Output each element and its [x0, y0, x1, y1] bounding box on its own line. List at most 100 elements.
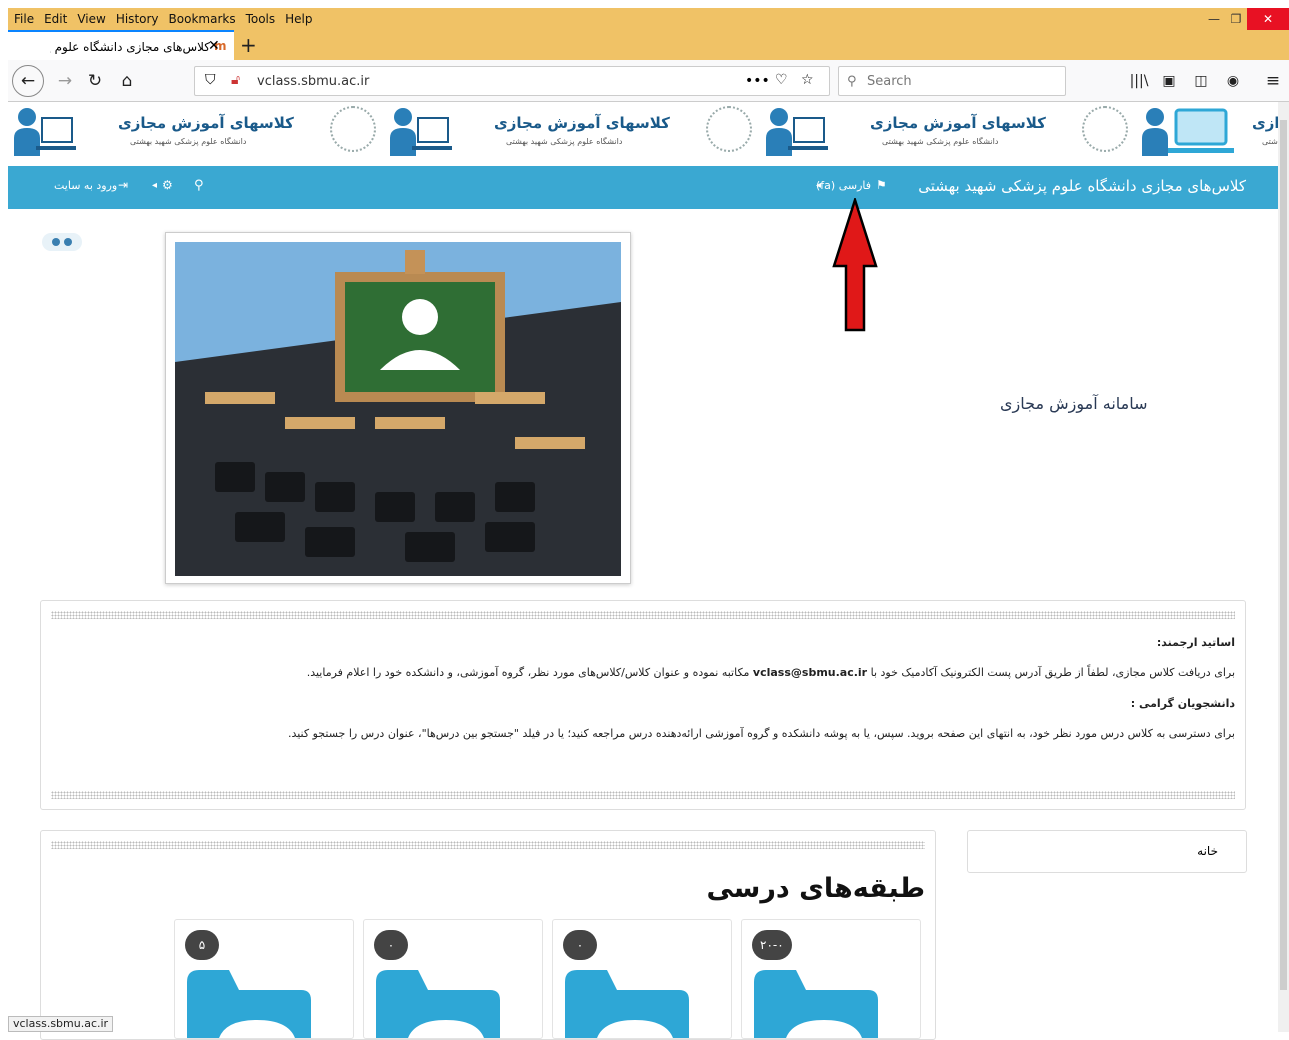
folder-icon	[754, 970, 878, 1038]
menu-edit[interactable]: Edit	[44, 12, 67, 26]
menu-view[interactable]: View	[77, 12, 105, 26]
back-arrow-icon[interactable]: ←	[12, 65, 44, 97]
menu-bar: File Edit View History Bookmarks Tools H…	[8, 8, 1289, 30]
shield-icon[interactable]: ⛉	[205, 72, 216, 88]
folder-icon	[187, 970, 311, 1038]
tab-bar: m کلاس‌های مجازی دانشگاه علوم پزشکی ✕ +	[8, 30, 1289, 60]
course-count-badge: ۰	[563, 930, 597, 960]
category-card[interactable]: ۲۰-۰	[741, 919, 921, 1039]
course-count-badge: ۰	[374, 930, 408, 960]
new-tab-icon[interactable]: +	[240, 33, 257, 57]
reader-view-icon[interactable]: ▣	[1156, 68, 1182, 94]
url-text[interactable]: vclass.sbmu.ac.ir	[257, 74, 369, 89]
divider	[51, 841, 925, 849]
banner-title: کلاسهای آموزش مجازی	[870, 114, 1046, 132]
slideshow-image-frame	[165, 232, 631, 584]
university-seal-icon	[1082, 106, 1128, 152]
maximize-button[interactable]: ❐	[1225, 8, 1247, 30]
bookmark-star-icon[interactable]: ☆	[801, 72, 814, 88]
category-card[interactable]: ۰	[552, 919, 732, 1039]
status-bar-link: vclass.sbmu.ac.ir	[8, 1016, 114, 1032]
banner-title-partial: ازی	[1252, 114, 1278, 132]
folder-icon	[565, 970, 689, 1038]
flag-icon: ⚑	[876, 178, 887, 192]
notice-text-part: برای دریافت کلاس مجازی، لطفاً از طریق آد…	[870, 666, 1235, 679]
university-seal-icon	[330, 106, 376, 152]
course-categories-block: طبقه‌های درسی ۲۰-۰ ۰ ۰ ۵	[40, 830, 936, 1040]
notice-text-part: مکاتبه نموده و عنوان کلاس/کلاس‌های مورد …	[306, 666, 750, 679]
browser-tab[interactable]: m کلاس‌های مجازی دانشگاه علوم پزشکی ✕	[8, 30, 234, 60]
search-placeholder: Search	[867, 74, 912, 89]
sidebar-icon[interactable]: ◫	[1188, 68, 1214, 94]
site-navbar: کلاس‌های مجازی دانشگاه علوم پزشکی شهید ب…	[8, 166, 1278, 209]
scrollbar-thumb[interactable]	[1280, 120, 1287, 990]
teacher-computer-icon	[766, 108, 828, 156]
language-menu[interactable]: فارسی ‎(fa)	[816, 179, 871, 192]
banner-unit: ازی شتی	[1136, 102, 1278, 158]
slideshow-caption: سامانه آموزش مجازی	[1000, 394, 1148, 413]
home-icon[interactable]: ⌂	[114, 68, 140, 94]
banner-subtitle: دانشگاه علوم پزشکی شهید بهشتی	[130, 137, 247, 146]
pocket-icon[interactable]: ♡	[775, 72, 788, 88]
hamburger-menu-icon[interactable]: ≡	[1260, 68, 1286, 94]
menu-bookmarks[interactable]: Bookmarks	[169, 12, 236, 26]
notice-heading-students: دانشجویان گرامی :	[1130, 697, 1235, 710]
teacher-computer-icon	[390, 108, 452, 156]
banner-subtitle: دانشگاه علوم پزشکی شهید بهشتی	[506, 137, 623, 146]
search-input[interactable]: ⚲ Search	[838, 66, 1066, 96]
categories-title: طبقه‌های درسی	[706, 873, 925, 904]
page-scrollbar[interactable]	[1278, 102, 1289, 1032]
navigation-toolbar: ← → ↻ ⌂ ⛉ 🔓︎ vclass.sbmu.ac.ir ••• ♡ ☆ ⚲…	[8, 60, 1289, 102]
divider	[51, 611, 1235, 619]
menu-help[interactable]: Help	[285, 12, 312, 26]
window-controls: — ❐ ✕	[1203, 8, 1289, 30]
forward-arrow-icon[interactable]: →	[52, 68, 78, 94]
category-card[interactable]: ۰	[363, 919, 543, 1039]
navigation-block: خانه	[967, 830, 1247, 873]
minimize-button[interactable]: —	[1203, 8, 1225, 30]
search-toggle-icon[interactable]: ⚲	[194, 178, 204, 193]
notice-heading-teachers: اساتید ارجمند:	[1156, 636, 1235, 649]
login-link[interactable]: ورود به سایت	[54, 179, 117, 192]
notice-teachers-text: برای دریافت کلاس مجازی، لطفاً از طریق آد…	[307, 666, 1235, 679]
contact-email-link[interactable]: vclass@sbmu.ac.ir	[753, 666, 867, 679]
menu-tools[interactable]: Tools	[246, 12, 276, 26]
banner-subtitle-partial: شتی	[1262, 137, 1278, 146]
tab-title: کلاس‌های مجازی دانشگاه علوم پزشکی	[50, 40, 210, 54]
caret-left-icon: ◂	[152, 180, 158, 191]
library-icon[interactable]: |||\	[1126, 68, 1152, 94]
banner-subtitle: دانشگاه علوم پزشکی شهید بهشتی	[882, 137, 999, 146]
caret-left-icon: ◂	[816, 180, 822, 191]
divider	[51, 791, 1235, 799]
menu-history[interactable]: History	[116, 12, 159, 26]
folder-icon	[376, 970, 500, 1038]
close-tab-icon[interactable]: ✕	[208, 38, 220, 54]
site-banner: کلاسهای آموزش مجازی دانشگاه علوم پزشکی ش…	[8, 102, 1278, 158]
notice-students-text: برای دسترسی به کلاس درس مورد نظر خود، به…	[287, 727, 1235, 740]
course-count-badge: ۲۰-۰	[752, 930, 792, 960]
site-name-link[interactable]: کلاس‌های مجازی دانشگاه علوم پزشکی شهید ب…	[918, 177, 1246, 195]
teacher-computer-icon	[1142, 108, 1234, 156]
menu-file[interactable]: File	[14, 12, 34, 26]
course-count-badge: ۵	[185, 930, 219, 960]
settings-gear-icon[interactable]: ⚙	[162, 178, 173, 192]
banner-title: کلاسهای آموزش مجازی	[494, 114, 670, 132]
insecure-lock-icon[interactable]: 🔓︎	[231, 72, 240, 88]
search-icon: ⚲	[847, 74, 857, 89]
close-window-button[interactable]: ✕	[1247, 8, 1289, 30]
sign-in-icon: ⇥	[118, 178, 129, 192]
slideshow-pager[interactable]	[42, 233, 82, 251]
banner-title: کلاسهای آموزش مجازی	[118, 114, 294, 132]
banner-unit: کلاسهای آموزش مجازی دانشگاه علوم پزشکی ش…	[760, 102, 1136, 158]
account-icon[interactable]: ◉	[1220, 68, 1246, 94]
home-link[interactable]: خانه	[1197, 844, 1218, 858]
category-card[interactable]: ۵	[174, 919, 354, 1039]
reload-icon[interactable]: ↻	[82, 68, 108, 94]
page-actions-icon[interactable]: •••	[745, 73, 770, 89]
university-seal-icon	[706, 106, 752, 152]
classroom-laptop-image	[175, 242, 621, 576]
notice-block: اساتید ارجمند: برای دریافت کلاس مجازی، ل…	[40, 600, 1246, 810]
banner-unit: کلاسهای آموزش مجازی دانشگاه علوم پزشکی ش…	[8, 102, 384, 158]
address-bar[interactable]: ⛉ 🔓︎ vclass.sbmu.ac.ir ••• ♡ ☆	[194, 66, 830, 96]
banner-unit: کلاسهای آموزش مجازی دانشگاه علوم پزشکی ش…	[384, 102, 760, 158]
